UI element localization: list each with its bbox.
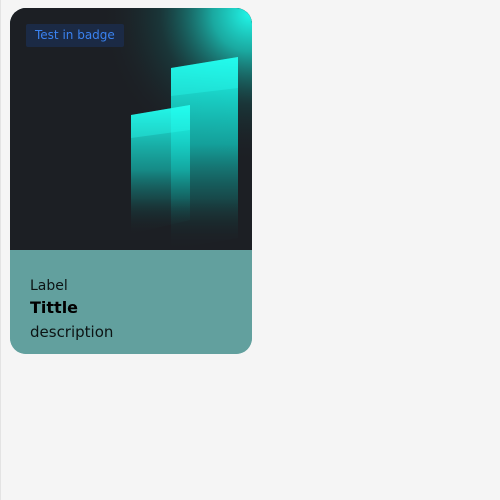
status-badge: Test in badge	[26, 24, 124, 47]
card-label: Label	[30, 278, 68, 294]
page: Test in badge Label Tittle description	[0, 0, 500, 500]
content-card[interactable]: Test in badge Label Tittle description	[10, 8, 252, 354]
card-title: Tittle	[30, 298, 79, 317]
card-media: Test in badge	[10, 8, 252, 250]
card-description: description	[30, 323, 114, 341]
card-body: Label Tittle description	[10, 250, 252, 354]
